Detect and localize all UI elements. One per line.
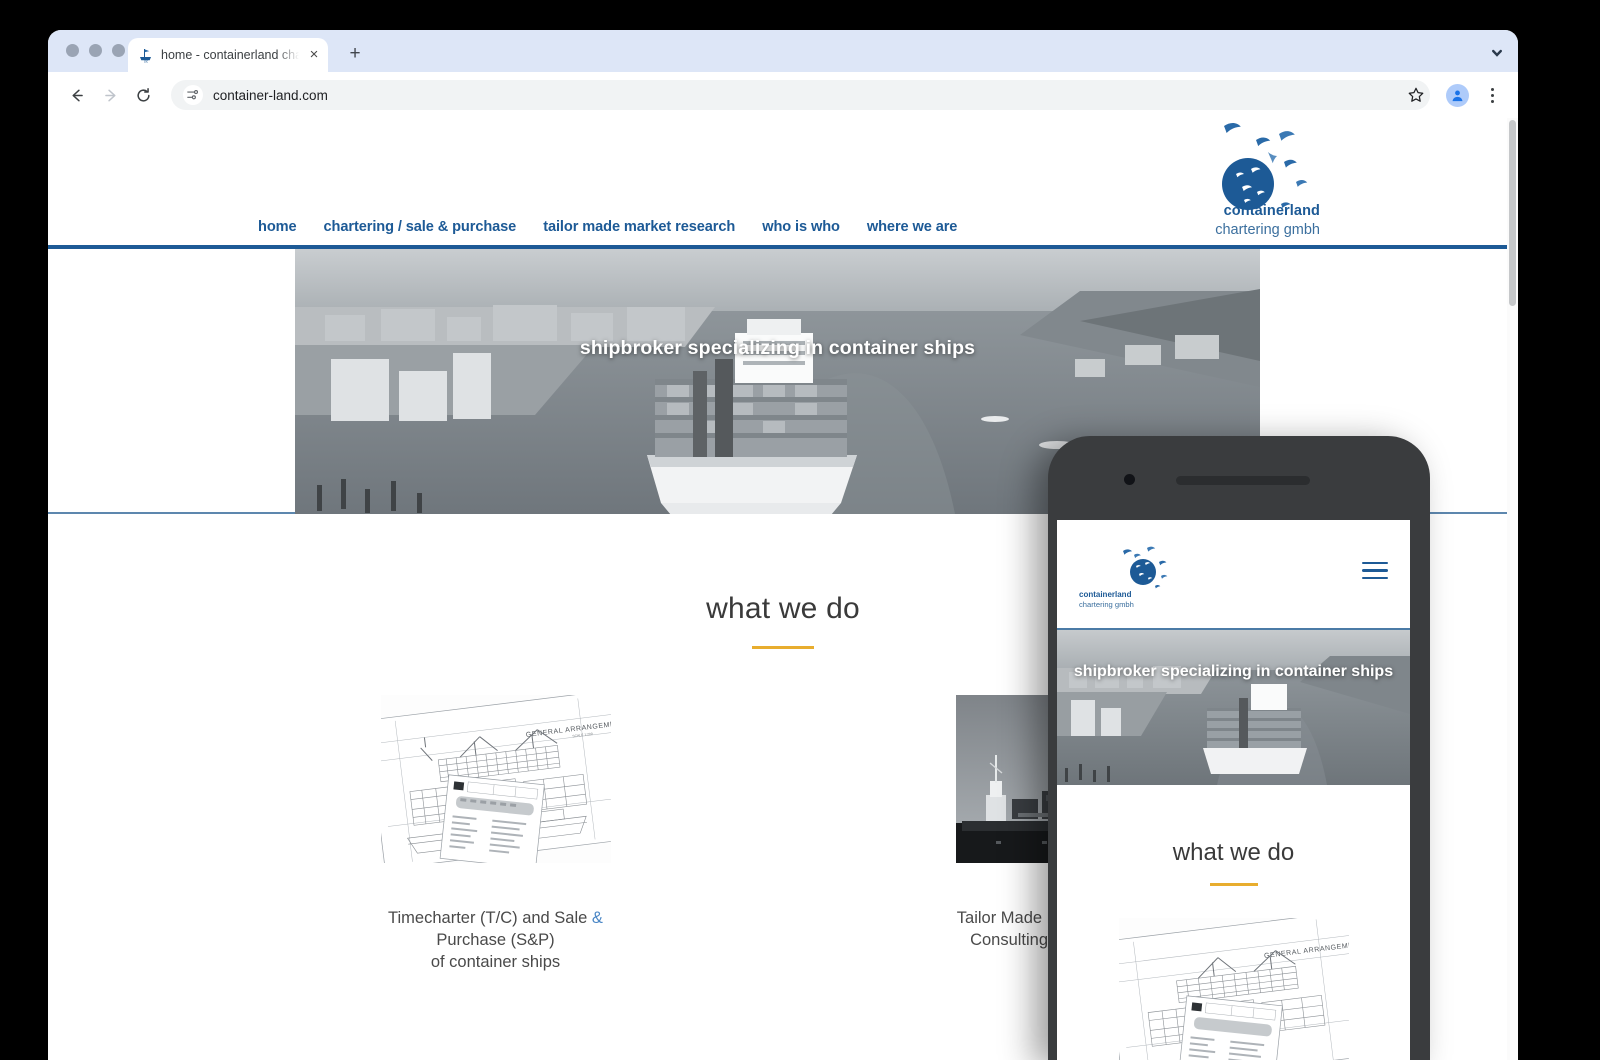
- address-bar[interactable]: container-land.com: [171, 80, 1430, 110]
- phone-ship-blueprint-image: GENERAL ARRANGEMENT: [1118, 918, 1349, 1060]
- menu-dot-3: [1490, 99, 1494, 103]
- nav-item-where-we-are[interactable]: where we are: [867, 219, 958, 235]
- main-navigation: home chartering / sale & purchase tailor…: [258, 219, 957, 235]
- section-divider: [752, 646, 814, 649]
- phone-hero-section: shipbroker specializing in container shi…: [1057, 630, 1410, 785]
- ship-blueprint-image: GENERAL ARRANGEMENT SCALE 1:200: [380, 695, 611, 863]
- globe-with-birds-logo[interactable]: [1103, 542, 1183, 594]
- service-card-caption: Timecharter (T/C) and Sale & Purchase (S…: [381, 908, 611, 974]
- phone-what-we-do-section: what we do GENERAL ARRANGEMENT: [1057, 785, 1410, 1060]
- phone-section-title: what we do: [1172, 839, 1295, 866]
- nav-item-home[interactable]: home: [258, 219, 297, 235]
- phone-hero-caption: shipbroker specializing in container shi…: [1073, 663, 1394, 680]
- caption-line-2: of container ships: [430, 952, 561, 971]
- phone-site-header: containerland chartering gmbh: [1057, 520, 1410, 630]
- account-avatar-icon[interactable]: [1446, 83, 1469, 107]
- star-icon[interactable]: [1401, 80, 1431, 110]
- back-button[interactable]: [62, 80, 92, 110]
- reload-button[interactable]: [128, 80, 158, 110]
- browser-tab-title: home - containerland chartering gmbh: [161, 48, 299, 62]
- logo-name: containerland: [1223, 203, 1320, 219]
- window-controls[interactable]: [66, 44, 125, 57]
- site-header: containerland chartering gmbh home chart…: [48, 118, 1518, 249]
- phone-section-divider: [1209, 883, 1258, 886]
- clc-ship-favicon: clc: [138, 47, 154, 64]
- phone-logo-subtitle: chartering gmbh: [1079, 600, 1134, 609]
- window-maximize-dot[interactable]: [112, 44, 125, 57]
- nav-item-tailor-made-market-research[interactable]: tailor made market research: [543, 219, 735, 235]
- close-icon[interactable]: ×: [306, 47, 322, 63]
- phone-logo-name: containerland: [1079, 590, 1132, 599]
- browser-toolbar: container-land.com: [48, 72, 1518, 118]
- window-minimize-dot[interactable]: [89, 44, 102, 57]
- svg-text:clc: clc: [144, 60, 148, 63]
- three-dot-menu-icon[interactable]: [1480, 87, 1504, 103]
- service-card[interactable]: GENERAL ARRANGEMENT SCALE 1:200 Timechar…: [380, 695, 611, 974]
- scrollbar-thumb[interactable]: [1509, 120, 1516, 306]
- menu-dot-2: [1490, 93, 1494, 97]
- burger-line-1: [1362, 562, 1388, 565]
- window-close-dot[interactable]: [66, 44, 79, 57]
- logo-subtitle: chartering gmbh: [1215, 221, 1320, 238]
- hamburger-menu-icon[interactable]: [1362, 562, 1388, 580]
- page-scrollbar[interactable]: [1507, 118, 1518, 1060]
- caption-part-1: Timecharter (T/C) and Sale: [388, 909, 592, 927]
- caption-ampersand: &: [591, 909, 603, 927]
- nav-item-chartering-sale-purchase[interactable]: chartering / sale & purchase: [324, 219, 517, 235]
- phone-screen: containerland chartering gmbh shipbroker…: [1057, 520, 1410, 1060]
- earpiece-speaker: [1176, 476, 1310, 485]
- phone-bezel: [1048, 436, 1430, 520]
- nav-item-who-is-who[interactable]: who is who: [762, 219, 840, 235]
- address-bar-text[interactable]: container-land.com: [213, 88, 328, 103]
- new-tab-button[interactable]: +: [344, 44, 366, 66]
- chevron-down-icon[interactable]: [1490, 46, 1504, 60]
- burger-line-2: [1362, 569, 1388, 572]
- caption-part-2: Purchase (S&P): [436, 930, 555, 949]
- burger-line-3: [1362, 576, 1388, 580]
- menu-dot-1: [1490, 87, 1494, 91]
- logo-wordmark: containerland chartering gmbh: [1215, 202, 1320, 239]
- browser-tab-strip: clc home - containerland chartering gmbh…: [48, 30, 1518, 72]
- tune-icon[interactable]: [183, 85, 203, 105]
- hero-caption: shipbroker specializing in container shi…: [579, 337, 976, 359]
- browser-tab[interactable]: clc home - containerland chartering gmbh…: [128, 38, 328, 72]
- forward-button[interactable]: [95, 80, 125, 110]
- phone-logo-wordmark: containerland chartering gmbh: [1079, 590, 1134, 609]
- phone-mockup: containerland chartering gmbh shipbroker…: [1048, 436, 1430, 1060]
- front-camera-dot: [1124, 474, 1135, 485]
